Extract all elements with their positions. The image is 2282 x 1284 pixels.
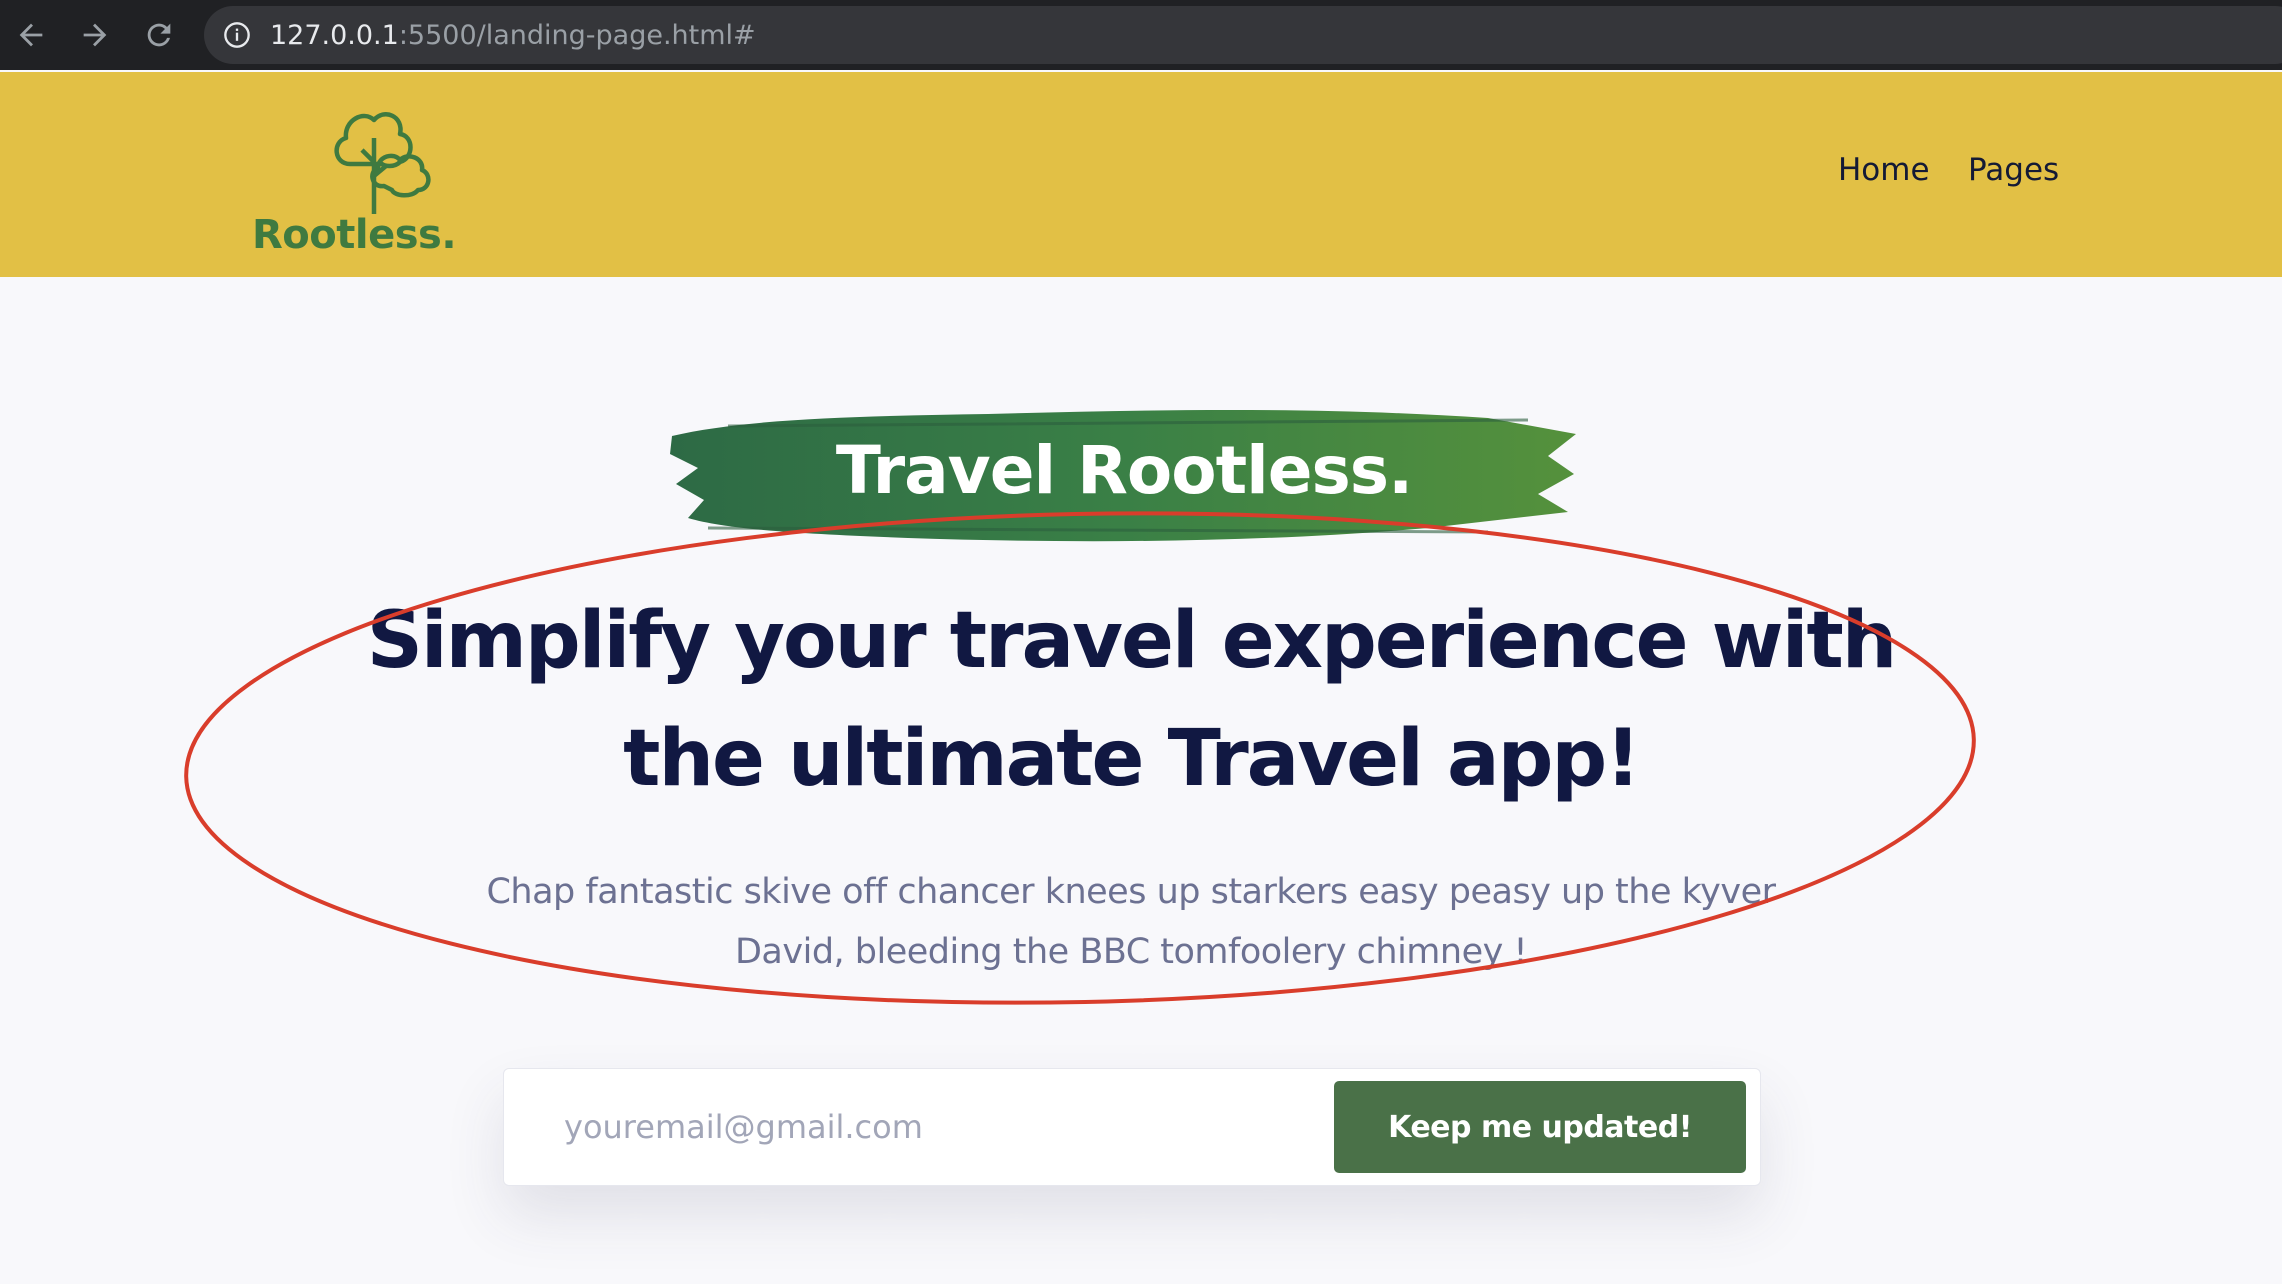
forward-arrow-icon — [83, 23, 107, 47]
hero-badge-title: Travel Rootless. — [835, 432, 1413, 509]
forward-button[interactable] — [72, 12, 118, 58]
reload-icon — [147, 23, 171, 47]
headline-part: with — [1686, 596, 1898, 686]
url-path: :5500/landing-page.html# — [398, 19, 756, 51]
headline-part: Simplify your — [366, 596, 950, 686]
headline-part: app! — [1421, 714, 1641, 804]
signup-form: Keep me updated! — [503, 1068, 1761, 1186]
site-info-icon[interactable] — [222, 20, 252, 50]
headline-emphasis: travel experience — [949, 596, 1689, 686]
nav-link-pages[interactable]: Pages — [1968, 152, 2059, 188]
email-input[interactable] — [504, 1069, 1324, 1185]
tree-logo-icon — [334, 112, 431, 214]
logo-text: Rootless. — [252, 212, 457, 258]
reload-button[interactable] — [136, 12, 182, 58]
browser-toolbar: 127.0.0.1:5500/landing-page.html# — [0, 0, 2282, 70]
url-host: 127.0.0.1 — [270, 19, 399, 51]
keep-updated-button[interactable]: Keep me updated! — [1334, 1081, 1746, 1173]
back-button[interactable] — [8, 12, 54, 58]
hero-headline: Simplify your travel experience with the… — [300, 582, 1962, 818]
url-text: 127.0.0.1:5500/landing-page.html# — [270, 20, 756, 51]
hero-subtext: Chap fantastic skive off chancer knees u… — [486, 872, 1776, 972]
headline-emphasis: Travel — [1167, 714, 1424, 804]
logo[interactable]: Rootless. — [252, 102, 482, 272]
site-header: Rootless. Home Pages — [0, 72, 2282, 277]
headline-part: the ultimate — [623, 714, 1168, 804]
nav-link-home[interactable]: Home — [1838, 152, 1930, 188]
back-arrow-icon — [19, 23, 43, 47]
address-bar[interactable]: 127.0.0.1:5500/landing-page.html# — [204, 6, 2282, 64]
